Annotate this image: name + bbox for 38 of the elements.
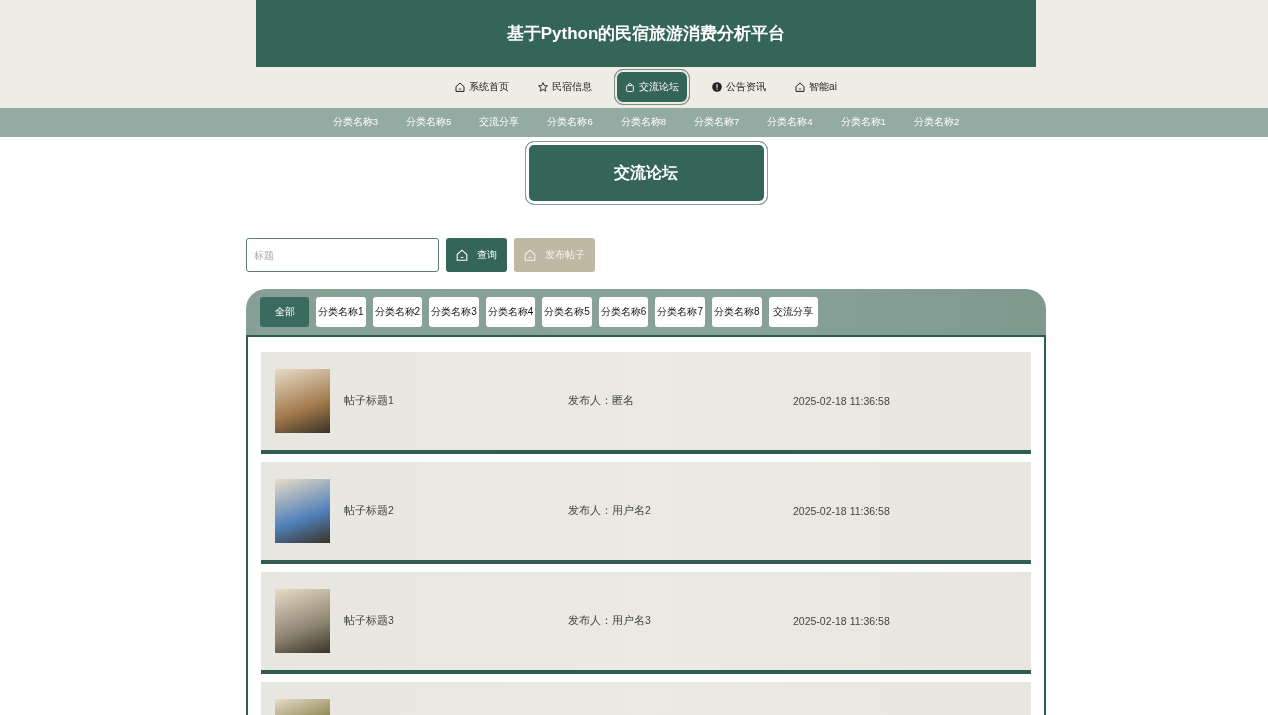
nav-item[interactable]: 智能ai <box>788 69 844 105</box>
post-title: 帖子标题2 <box>344 504 394 518</box>
category-tab[interactable]: 分类名称6 <box>598 297 649 327</box>
nav-item[interactable]: 民宿信息 <box>531 69 600 105</box>
post-author: 发布人：匿名 <box>568 394 634 408</box>
post-title: 帖子标题1 <box>344 394 394 408</box>
search-button[interactable]: 查询 <box>446 238 507 272</box>
category-tab[interactable]: 分类名称3 <box>429 297 479 327</box>
house-icon <box>524 249 536 261</box>
post-time: 2025-02-18 11:36:58 <box>793 505 890 517</box>
category-tab[interactable]: 分类名称2 <box>372 297 423 327</box>
nav-item[interactable]: 公告资讯 <box>705 69 774 105</box>
house-icon <box>455 82 466 92</box>
post-time: 2025-02-18 11:36:58 <box>793 615 890 627</box>
category-tab[interactable]: 交流分享 <box>768 297 818 327</box>
post-time: 2025-02-18 11:36:58 <box>793 395 890 407</box>
nav-item[interactable]: 交流论坛 <box>614 69 691 105</box>
category-tab[interactable]: 全部 <box>260 297 309 327</box>
house-icon <box>795 82 806 92</box>
post-title: 帖子标题3 <box>344 614 394 628</box>
star-icon <box>538 82 549 92</box>
category-tab[interactable]: 分类名称5 <box>542 297 592 327</box>
house-icon <box>456 249 468 261</box>
post-author: 发布人：用户名2 <box>568 504 651 518</box>
site-title: 基于Python的民宿旅游消费分析平台 <box>506 23 786 45</box>
nav-item[interactable]: 系统首页 <box>448 69 517 105</box>
category-tab[interactable]: 分类名称7 <box>655 297 705 327</box>
category-tab[interactable]: 分类名称8 <box>711 297 762 327</box>
post-author: 发布人：用户名3 <box>568 614 651 628</box>
search-field[interactable]: 标题 <box>246 238 439 272</box>
category-tab[interactable]: 分类名称1 <box>316 297 366 327</box>
post-card[interactable]: 帖子标题1 发布人：匿名 2025-02-18 11:36:58 <box>261 352 1031 454</box>
post-card[interactable]: 帖子标题2 发布人：用户名2 2025-02-18 11:36:58 <box>261 462 1031 564</box>
post-card[interactable]: 帖子标题3 发布人：用户名3 2025-02-18 11:36:58 <box>261 572 1031 674</box>
page-title-banner: 交流论坛 <box>524 141 768 205</box>
bag-icon <box>625 82 636 92</box>
category-tab[interactable]: 分类名称4 <box>485 297 536 327</box>
alert-icon <box>712 82 723 92</box>
